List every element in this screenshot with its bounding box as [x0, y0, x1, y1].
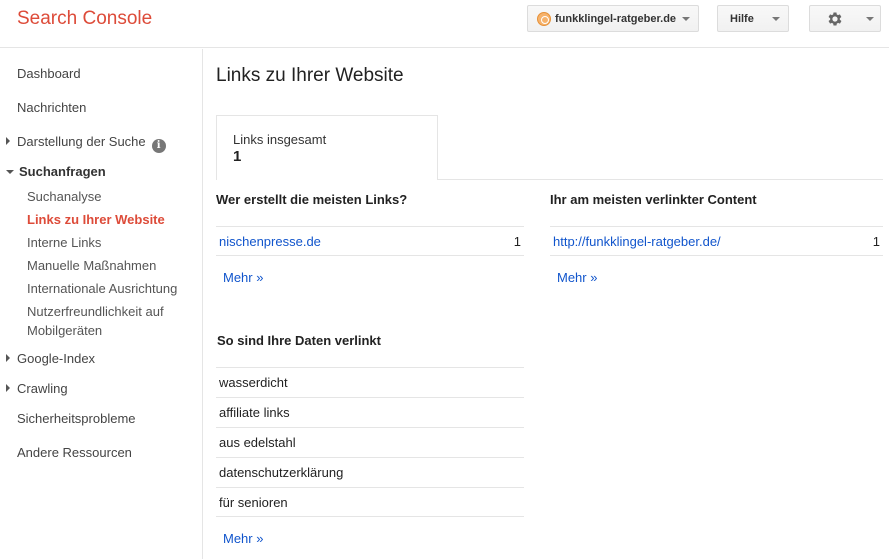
chevron-right-icon — [6, 354, 10, 362]
anchor-text-list: wasserdicht affiliate links aus edelstah… — [216, 367, 524, 517]
table-row: nischenpresse.de 1 — [216, 226, 524, 256]
sidebar-subitem-manual-actions[interactable]: Manuelle Maßnahmen — [27, 256, 156, 275]
list-item: wasserdicht — [216, 367, 524, 397]
anchor-text: datenschutzerklärung — [219, 465, 344, 480]
anchor-text: wasserdicht — [219, 375, 288, 390]
sidebar-subitem-search-analytics[interactable]: Suchanalyse — [27, 187, 101, 206]
divider — [438, 179, 883, 180]
sidebar-subitem-links-to-site[interactable]: Links zu Ihrer Website — [27, 210, 165, 229]
more-link[interactable]: Mehr » — [223, 270, 263, 285]
list-item: affiliate links — [216, 397, 524, 427]
chevron-down-icon — [6, 170, 14, 174]
sidebar-item-google-index[interactable]: Google-Index — [6, 351, 95, 366]
more-link[interactable]: Mehr » — [557, 270, 597, 285]
sidebar-item-label: Crawling — [17, 381, 68, 396]
sidebar-item-crawling[interactable]: Crawling — [6, 381, 68, 396]
site-selector-label: funkklingel-ratgeber.de — [555, 12, 677, 25]
who-links-list: nischenpresse.de 1 — [216, 226, 524, 256]
chevron-right-icon — [6, 384, 10, 392]
sidebar-item-search-traffic[interactable]: Suchanfragen — [6, 164, 106, 179]
chevron-down-icon — [772, 17, 780, 21]
linked-page-link[interactable]: http://funkklingel-ratgeber.de/ — [553, 234, 721, 249]
table-row: http://funkklingel-ratgeber.de/ 1 — [550, 226, 883, 256]
sidebar-item-security-issues[interactable]: Sicherheitsprobleme — [17, 411, 136, 426]
chevron-down-icon — [866, 17, 874, 21]
sidebar-item-label: Darstellung der Suche — [17, 134, 146, 149]
link-count: 1 — [872, 234, 880, 249]
gear-icon — [828, 12, 842, 26]
top-bar: Search Console funkklingel-ratgeber.de H… — [0, 0, 889, 48]
sidebar-item-label: Suchanfragen — [19, 164, 106, 179]
link-count: 1 — [513, 234, 521, 249]
site-selector[interactable]: funkklingel-ratgeber.de — [527, 5, 699, 32]
chevron-right-icon — [6, 137, 10, 145]
list-item: aus edelstahl — [216, 427, 524, 457]
top-content-heading: Ihr am meisten verlinkter Content — [550, 192, 757, 207]
more-link[interactable]: Mehr » — [223, 531, 263, 546]
sidebar-item-dashboard[interactable]: Dashboard — [17, 66, 81, 81]
sidebar-subitem-label: Nutzerfreundlichkeit auf — [27, 304, 164, 319]
sidebar-item-messages[interactable]: Nachrichten — [17, 100, 86, 115]
anchor-text-heading: So sind Ihre Daten verlinkt — [217, 333, 381, 348]
sidebar-item-other-resources[interactable]: Andere Ressourcen — [17, 445, 132, 460]
total-links-card: Links insgesamt 1 — [216, 115, 438, 180]
page-title: Links zu Ihrer Website — [216, 65, 404, 86]
sidebar-subitem-mobile-usability[interactable]: Nutzerfreundlichkeit auf Mobilgeräten — [27, 302, 164, 340]
sidebar-item-search-appearance[interactable]: Darstellung der Suche i — [6, 134, 166, 153]
anchor-text: für senioren — [219, 495, 288, 510]
chevron-down-icon — [682, 17, 690, 21]
anchor-text: aus edelstahl — [219, 435, 296, 450]
linking-domain-link[interactable]: nischenpresse.de — [219, 234, 321, 249]
list-item: datenschutzerklärung — [216, 457, 524, 487]
list-item: für senioren — [216, 487, 524, 517]
sidebar-subitem-international-targeting[interactable]: Internationale Ausrichtung — [27, 279, 177, 298]
who-links-heading: Wer erstellt die meisten Links? — [216, 192, 408, 207]
app-title[interactable]: Search Console — [17, 8, 152, 30]
total-links-value: 1 — [233, 148, 242, 165]
total-links-label: Links insgesamt — [233, 132, 327, 147]
site-favicon-icon — [537, 11, 551, 26]
top-content-list: http://funkklingel-ratgeber.de/ 1 — [550, 226, 883, 256]
sidebar: Dashboard Nachrichten Darstellung der Su… — [0, 49, 203, 559]
sidebar-item-label: Google-Index — [17, 351, 96, 366]
settings-button[interactable] — [809, 5, 881, 32]
sidebar-subitem-label: Mobilgeräten — [27, 323, 103, 338]
help-button[interactable]: Hilfe — [717, 5, 789, 32]
anchor-text: affiliate links — [219, 405, 290, 420]
help-button-label: Hilfe — [730, 12, 754, 25]
sidebar-subitem-internal-links[interactable]: Interne Links — [27, 233, 101, 252]
info-icon[interactable]: i — [151, 139, 166, 153]
